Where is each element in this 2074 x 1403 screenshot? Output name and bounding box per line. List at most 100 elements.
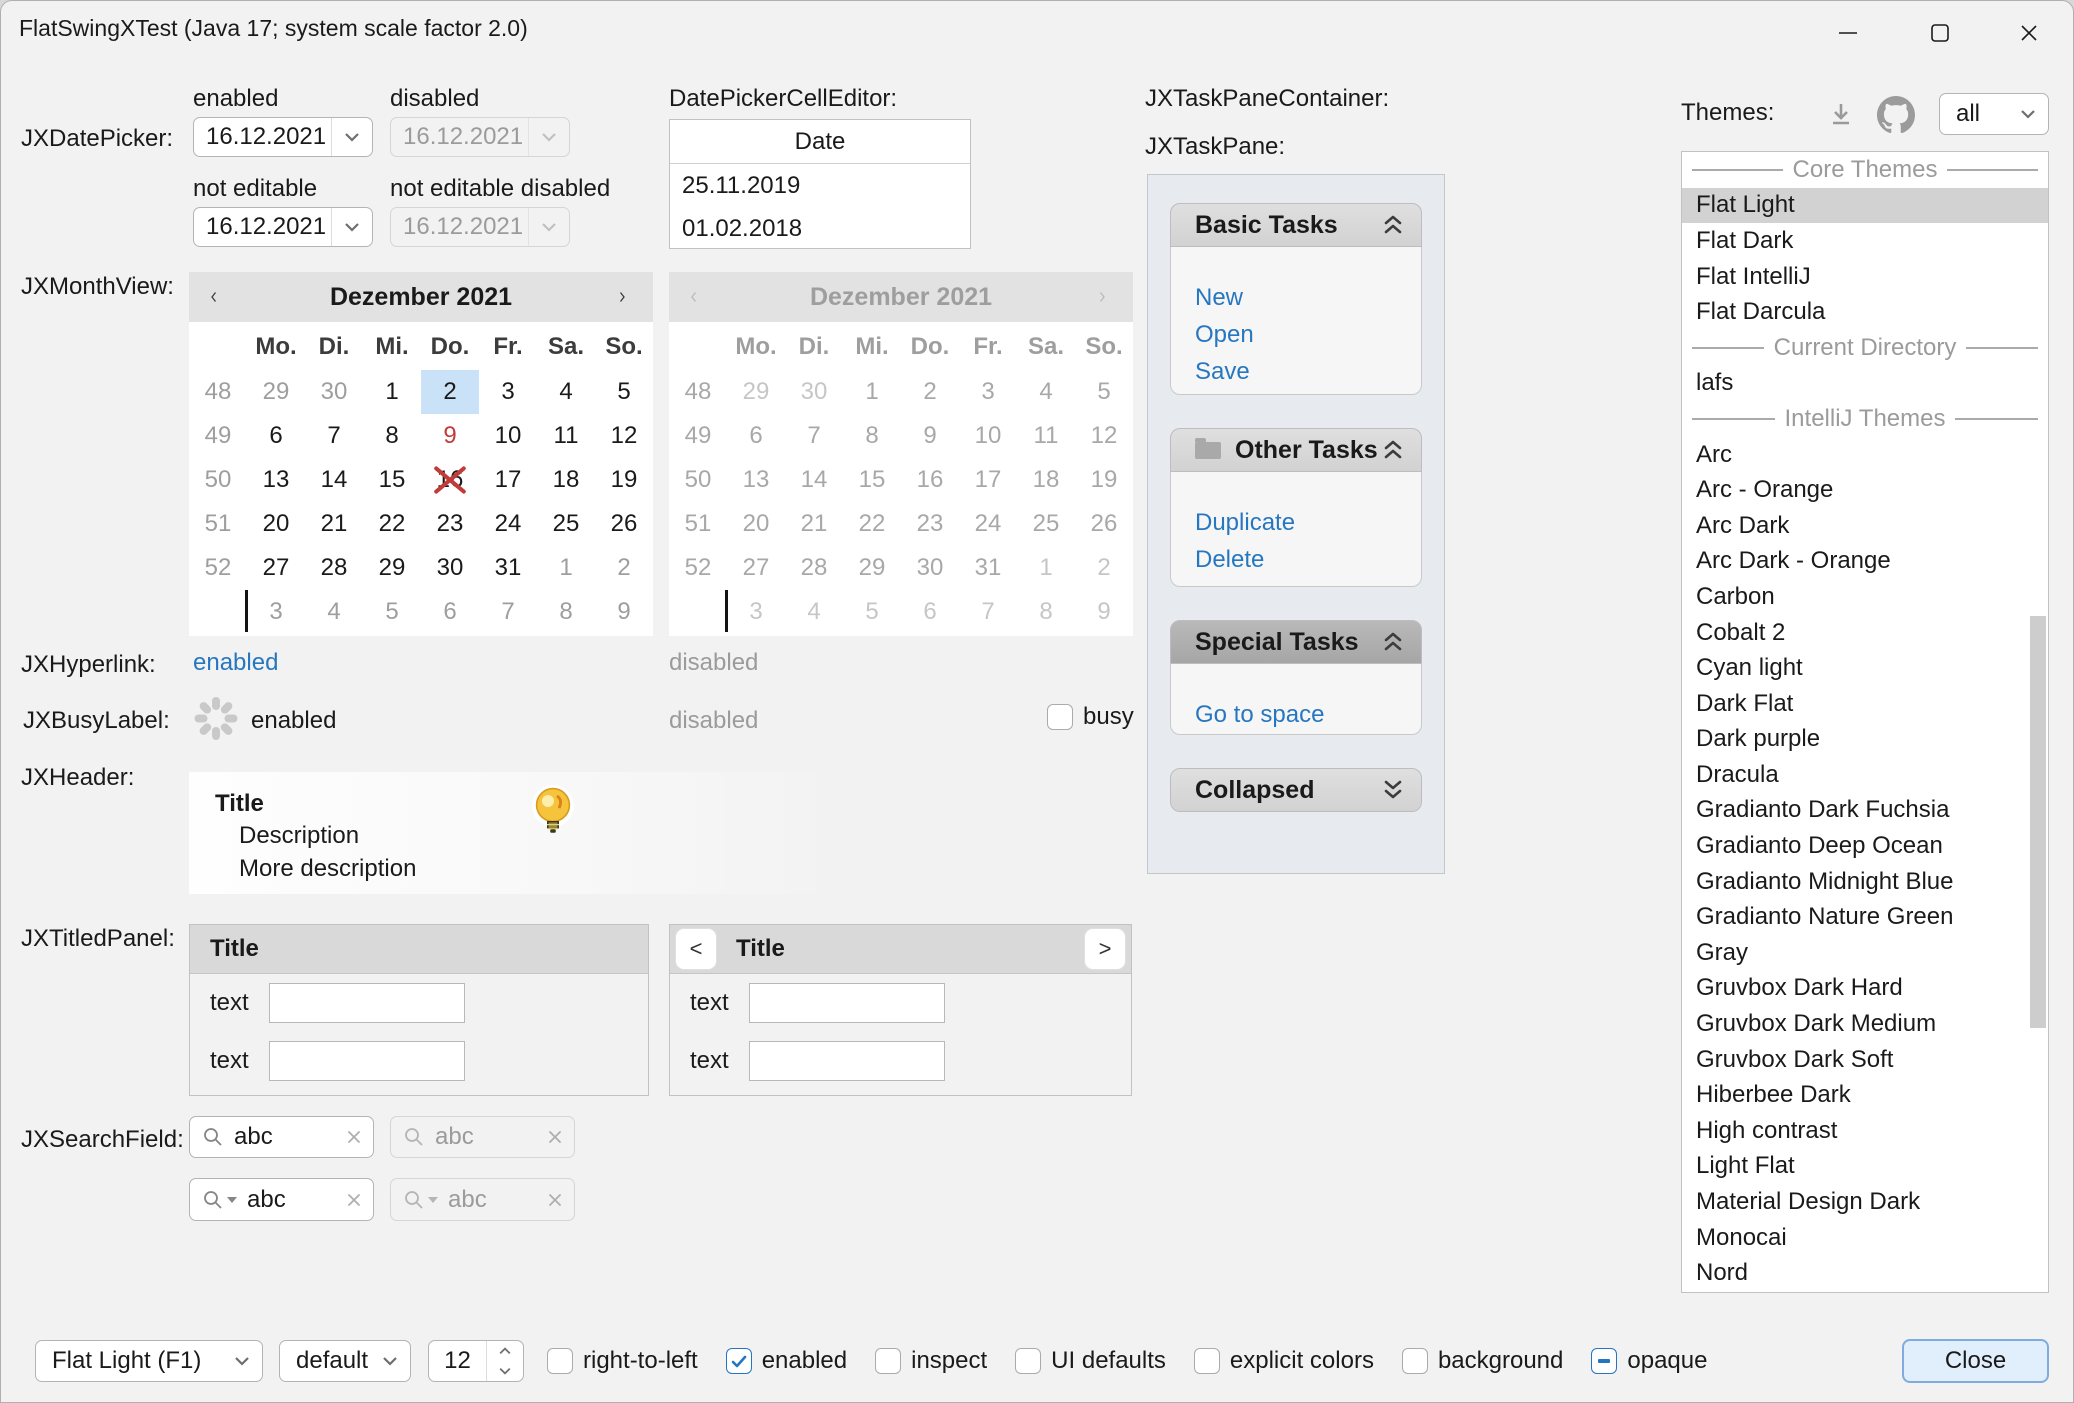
day-cell[interactable]: 7 xyxy=(305,414,363,458)
day-cell[interactable]: 21 xyxy=(305,502,363,546)
spinner-up-button[interactable] xyxy=(487,1341,523,1361)
day-cell[interactable]: 7 xyxy=(479,590,537,634)
theme-list-item[interactable]: Nord xyxy=(1682,1255,2048,1291)
theme-list-item[interactable]: Cyan light xyxy=(1682,650,2048,686)
table-row[interactable]: 01.02.2018 xyxy=(670,207,970,250)
checkbox[interactable] xyxy=(1402,1348,1428,1374)
checkbox[interactable] xyxy=(875,1348,901,1374)
theme-list-item[interactable]: Light Flat xyxy=(1682,1149,2048,1185)
day-cell[interactable]: 25 xyxy=(537,502,595,546)
theme-list-item[interactable]: Flat Light xyxy=(1682,188,2048,224)
day-cell[interactable]: 23 xyxy=(421,502,479,546)
taskpane-header[interactable]: Basic Tasks xyxy=(1170,203,1422,247)
theme-list-item[interactable]: Dark purple xyxy=(1682,722,2048,758)
theme-list-item[interactable]: Dracula xyxy=(1682,757,2048,793)
day-cell[interactable]: 5 xyxy=(363,590,421,634)
theme-list-item[interactable]: Gruvbox Dark Hard xyxy=(1682,971,2048,1007)
day-cell[interactable]: 18 xyxy=(537,458,595,502)
theme-list-item[interactable]: Gruvbox Dark Medium xyxy=(1682,1006,2048,1042)
theme-list-item[interactable]: Dark Flat xyxy=(1682,686,2048,722)
day-cell[interactable]: 12 xyxy=(595,414,653,458)
day-cell[interactable]: 30 xyxy=(421,546,479,590)
checkbox-item-opaque[interactable]: opaque xyxy=(1591,1347,1707,1375)
spinner-down-button[interactable] xyxy=(487,1361,523,1381)
busy-checkbox-item[interactable]: busy xyxy=(1047,703,1134,731)
titledpanel-prev-button[interactable]: < xyxy=(676,929,716,969)
day-cell[interactable]: 9 xyxy=(595,590,653,634)
github-button[interactable] xyxy=(1873,93,1919,137)
theme-list-item[interactable]: Monocai xyxy=(1682,1220,2048,1256)
clear-icon[interactable] xyxy=(345,1128,363,1146)
day-cell[interactable]: 15 xyxy=(363,458,421,502)
day-cell[interactable]: 4 xyxy=(305,590,363,634)
theme-list-item[interactable]: Gradianto Nature Green xyxy=(1682,899,2048,935)
day-cell[interactable]: 3 xyxy=(479,370,537,414)
text-input[interactable] xyxy=(269,983,465,1023)
search-menu-arrow-icon[interactable] xyxy=(227,1197,237,1203)
month-prev-button[interactable] xyxy=(189,286,245,308)
table-row[interactable]: 25.11.2019 xyxy=(670,164,970,207)
search-input[interactable] xyxy=(234,1123,345,1151)
datepicker-dropdown-button[interactable] xyxy=(332,118,372,156)
checkbox[interactable] xyxy=(1194,1348,1220,1374)
day-cell[interactable]: 19 xyxy=(595,458,653,502)
theme-list-item[interactable]: Material Design Dark xyxy=(1682,1184,2048,1220)
checkbox[interactable] xyxy=(1591,1348,1617,1374)
taskpane-header[interactable]: Collapsed xyxy=(1170,768,1422,812)
close-button[interactable]: Close xyxy=(1902,1339,2049,1383)
day-cell[interactable]: 10 xyxy=(479,414,537,458)
day-cell[interactable]: 24 xyxy=(479,502,537,546)
day-cell[interactable]: 26 xyxy=(595,502,653,546)
taskpane-link[interactable]: Go to space xyxy=(1195,696,1421,733)
day-cell[interactable]: 6 xyxy=(421,590,479,634)
day-cell[interactable]: 14 xyxy=(305,458,363,502)
theme-list-item[interactable]: Flat IntelliJ xyxy=(1682,259,2048,295)
taskpane-header[interactable]: Other Tasks xyxy=(1170,428,1422,472)
day-cell[interactable]: 1 xyxy=(363,370,421,414)
theme-list-item[interactable]: Carbon xyxy=(1682,579,2048,615)
day-cell[interactable]: 4 xyxy=(537,370,595,414)
checkbox-item-ui-defaults[interactable]: UI defaults xyxy=(1015,1347,1166,1375)
day-cell[interactable]: 9 xyxy=(421,414,479,458)
datepicker-dropdown-button[interactable] xyxy=(332,208,372,246)
day-cell[interactable]: 2 xyxy=(421,370,479,414)
day-cell[interactable]: 8 xyxy=(537,590,595,634)
datepicker-enabled-input[interactable] xyxy=(206,123,331,151)
themes-filter-combo[interactable]: all xyxy=(1939,93,2049,135)
day-cell[interactable]: 13 xyxy=(247,458,305,502)
theme-list-item[interactable]: Gradianto Midnight Blue xyxy=(1682,864,2048,900)
checkbox[interactable] xyxy=(547,1348,573,1374)
theme-list-item[interactable]: Gray xyxy=(1682,935,2048,971)
day-cell[interactable]: 17 xyxy=(479,458,537,502)
day-cell[interactable]: 29 xyxy=(363,546,421,590)
theme-list-item[interactable]: Gruvbox Dark Soft xyxy=(1682,1042,2048,1078)
minimize-button[interactable] xyxy=(1821,7,1875,59)
day-cell[interactable]: 6 xyxy=(247,414,305,458)
checkbox-item-inspect[interactable]: inspect xyxy=(875,1347,987,1375)
day-cell[interactable]: 30 xyxy=(305,370,363,414)
checkbox-item-background[interactable]: background xyxy=(1402,1347,1563,1375)
checkbox[interactable] xyxy=(1015,1348,1041,1374)
day-cell[interactable]: 1 xyxy=(537,546,595,590)
checkbox[interactable] xyxy=(726,1348,752,1374)
theme-list-item[interactable]: Arc - Orange xyxy=(1682,472,2048,508)
theme-list-item[interactable]: lafs xyxy=(1682,366,2048,402)
search-menu-icon[interactable] xyxy=(202,1189,224,1211)
theme-list-item[interactable]: Hiberbee Dark xyxy=(1682,1077,2048,1113)
font-size-spinner[interactable]: 12 xyxy=(428,1340,524,1382)
maximize-button[interactable] xyxy=(1913,7,1967,59)
titledpanel-next-button[interactable]: > xyxy=(1085,929,1125,969)
text-input[interactable] xyxy=(749,1041,945,1081)
datepicker-noteditable-input[interactable] xyxy=(206,213,331,241)
checkbox-item-enabled[interactable]: enabled xyxy=(726,1347,847,1375)
theme-list-item[interactable]: Gradianto Deep Ocean xyxy=(1682,828,2048,864)
text-input[interactable] xyxy=(749,983,945,1023)
theme-list-item[interactable]: Flat Darcula xyxy=(1682,294,2048,330)
day-cell[interactable]: 8 xyxy=(363,414,421,458)
day-cell[interactable]: 11 xyxy=(537,414,595,458)
checkbox-item-right-to-left[interactable]: right-to-left xyxy=(547,1347,698,1375)
taskpane-link[interactable]: New xyxy=(1195,279,1421,316)
theme-list-item[interactable]: Flat Dark xyxy=(1682,223,2048,259)
theme-list-item[interactable]: Cobalt 2 xyxy=(1682,615,2048,651)
theme-list-item[interactable]: Arc xyxy=(1682,437,2048,473)
